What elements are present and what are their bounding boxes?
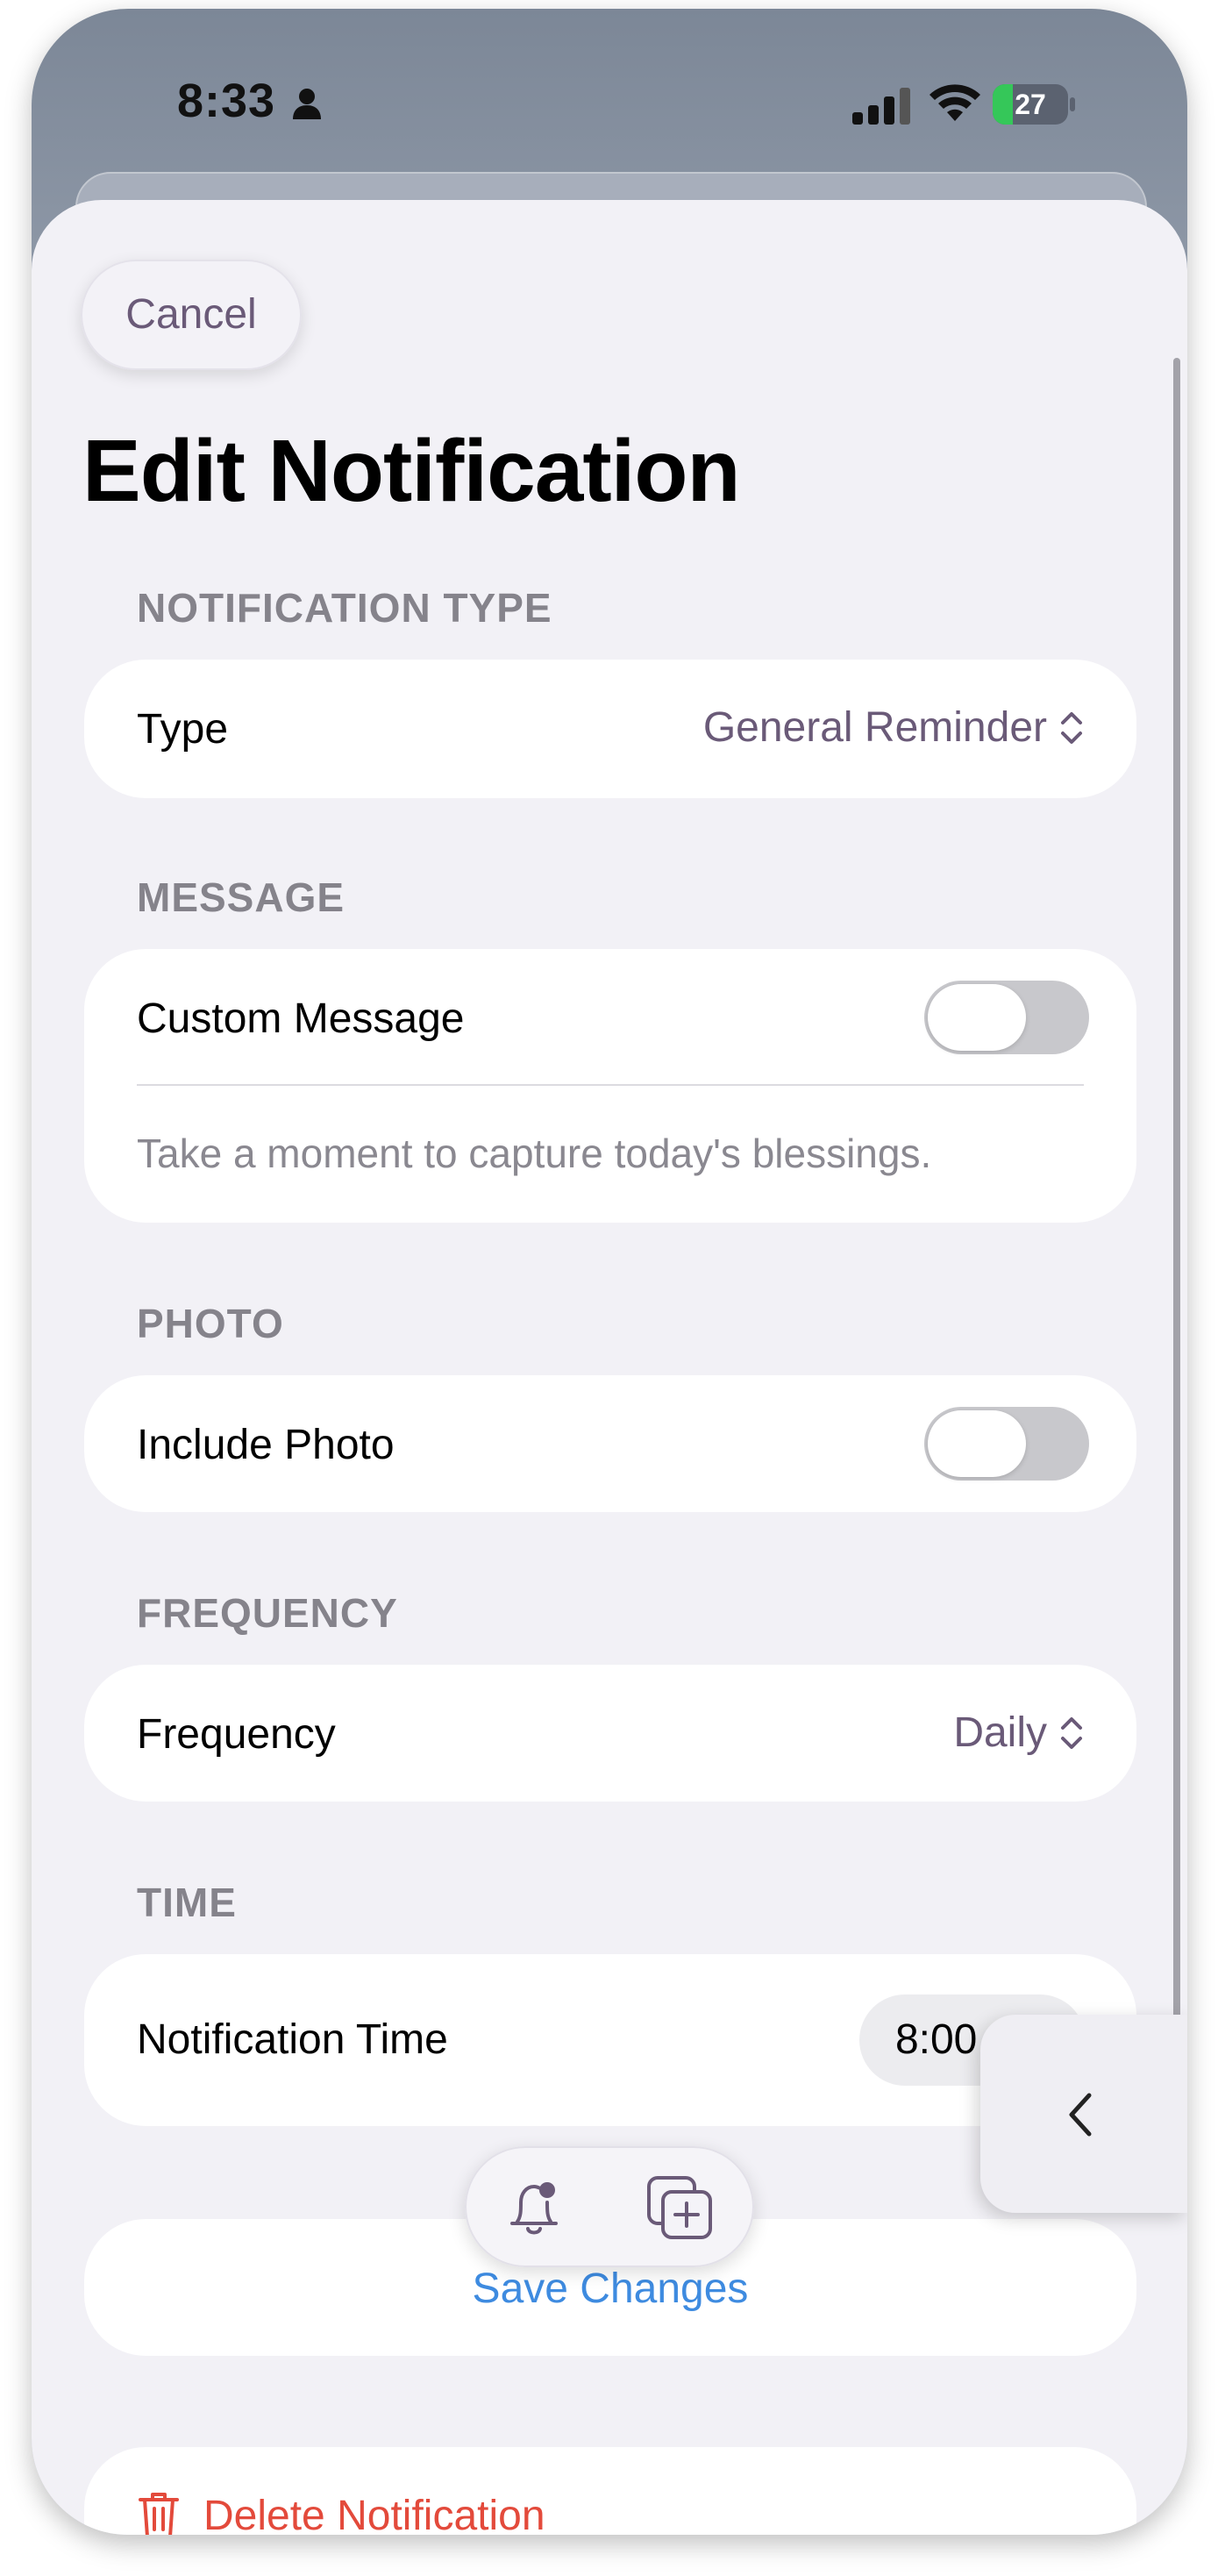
trash-icon bbox=[139, 2493, 179, 2535]
frequency-label: Frequency bbox=[137, 1711, 336, 1758]
include-photo-toggle[interactable] bbox=[924, 1407, 1089, 1481]
message-card: Custom Message Take a moment to capture … bbox=[84, 949, 1136, 1223]
bell-badge-icon[interactable] bbox=[500, 2173, 568, 2241]
type-card[interactable]: Type General Reminder bbox=[84, 660, 1136, 798]
custom-message-label: Custom Message bbox=[137, 995, 465, 1042]
delete-notification-row: Delete Notification bbox=[137, 2491, 545, 2535]
person-icon bbox=[293, 89, 321, 119]
status-time: 8:33 bbox=[177, 75, 276, 127]
toggle-knob bbox=[928, 984, 1026, 1051]
custom-message-toggle[interactable] bbox=[924, 981, 1089, 1054]
frequency-picker[interactable]: Daily bbox=[953, 1709, 1084, 1757]
scrollbar[interactable] bbox=[1173, 358, 1180, 2077]
photo-card: Include Photo bbox=[84, 1375, 1136, 1512]
type-value: General Reminder bbox=[702, 704, 1047, 751]
plus-square-on-square-icon[interactable] bbox=[645, 2174, 714, 2241]
section-heading-time: TIME bbox=[137, 1880, 237, 1925]
status-bar: 8:33 27 bbox=[32, 9, 1187, 184]
battery-level: 27 bbox=[1015, 89, 1046, 120]
toggle-knob bbox=[928, 1410, 1026, 1477]
battery-indicator: 27 bbox=[993, 84, 1077, 125]
cellular-signal-icon bbox=[852, 88, 910, 125]
delete-notification-label: Delete Notification bbox=[203, 2492, 545, 2536]
device-frame: 8:33 27 Cancel Edit Notification NOTIFIC… bbox=[32, 9, 1187, 2535]
include-photo-label: Include Photo bbox=[137, 1422, 395, 1468]
wifi-icon bbox=[930, 84, 980, 121]
type-label: Type bbox=[137, 706, 229, 753]
notification-time-label: Notification Time bbox=[137, 2016, 448, 2063]
floating-tab-bar bbox=[465, 2146, 754, 2267]
frequency-value: Daily bbox=[953, 1709, 1047, 1756]
cancel-button[interactable]: Cancel bbox=[81, 260, 302, 370]
page-title: Edit Notification bbox=[82, 422, 741, 520]
message-placeholder: Take a moment to capture today's blessin… bbox=[137, 1131, 932, 1176]
divider bbox=[137, 1084, 1084, 1086]
time-card: Notification Time 8:00 AM bbox=[84, 1954, 1136, 2126]
type-picker[interactable]: General Reminder bbox=[703, 703, 1084, 752]
section-heading-frequency: FREQUENCY bbox=[137, 1590, 398, 1636]
delete-notification-button[interactable]: Delete Notification bbox=[84, 2447, 1136, 2535]
frequency-card[interactable]: Frequency Daily bbox=[84, 1665, 1136, 1802]
section-heading-photo: PHOTO bbox=[137, 1301, 284, 1346]
section-heading-notification-type: NOTIFICATION TYPE bbox=[137, 585, 552, 631]
section-heading-message: MESSAGE bbox=[137, 874, 345, 920]
side-panel-handle[interactable] bbox=[980, 2015, 1187, 2213]
chevron-up-down-icon bbox=[1061, 711, 1082, 744]
save-changes-label: Save Changes bbox=[472, 2266, 749, 2312]
chevron-up-down-icon bbox=[1061, 1716, 1082, 1749]
chevron-left-icon bbox=[1069, 2093, 1092, 2137]
